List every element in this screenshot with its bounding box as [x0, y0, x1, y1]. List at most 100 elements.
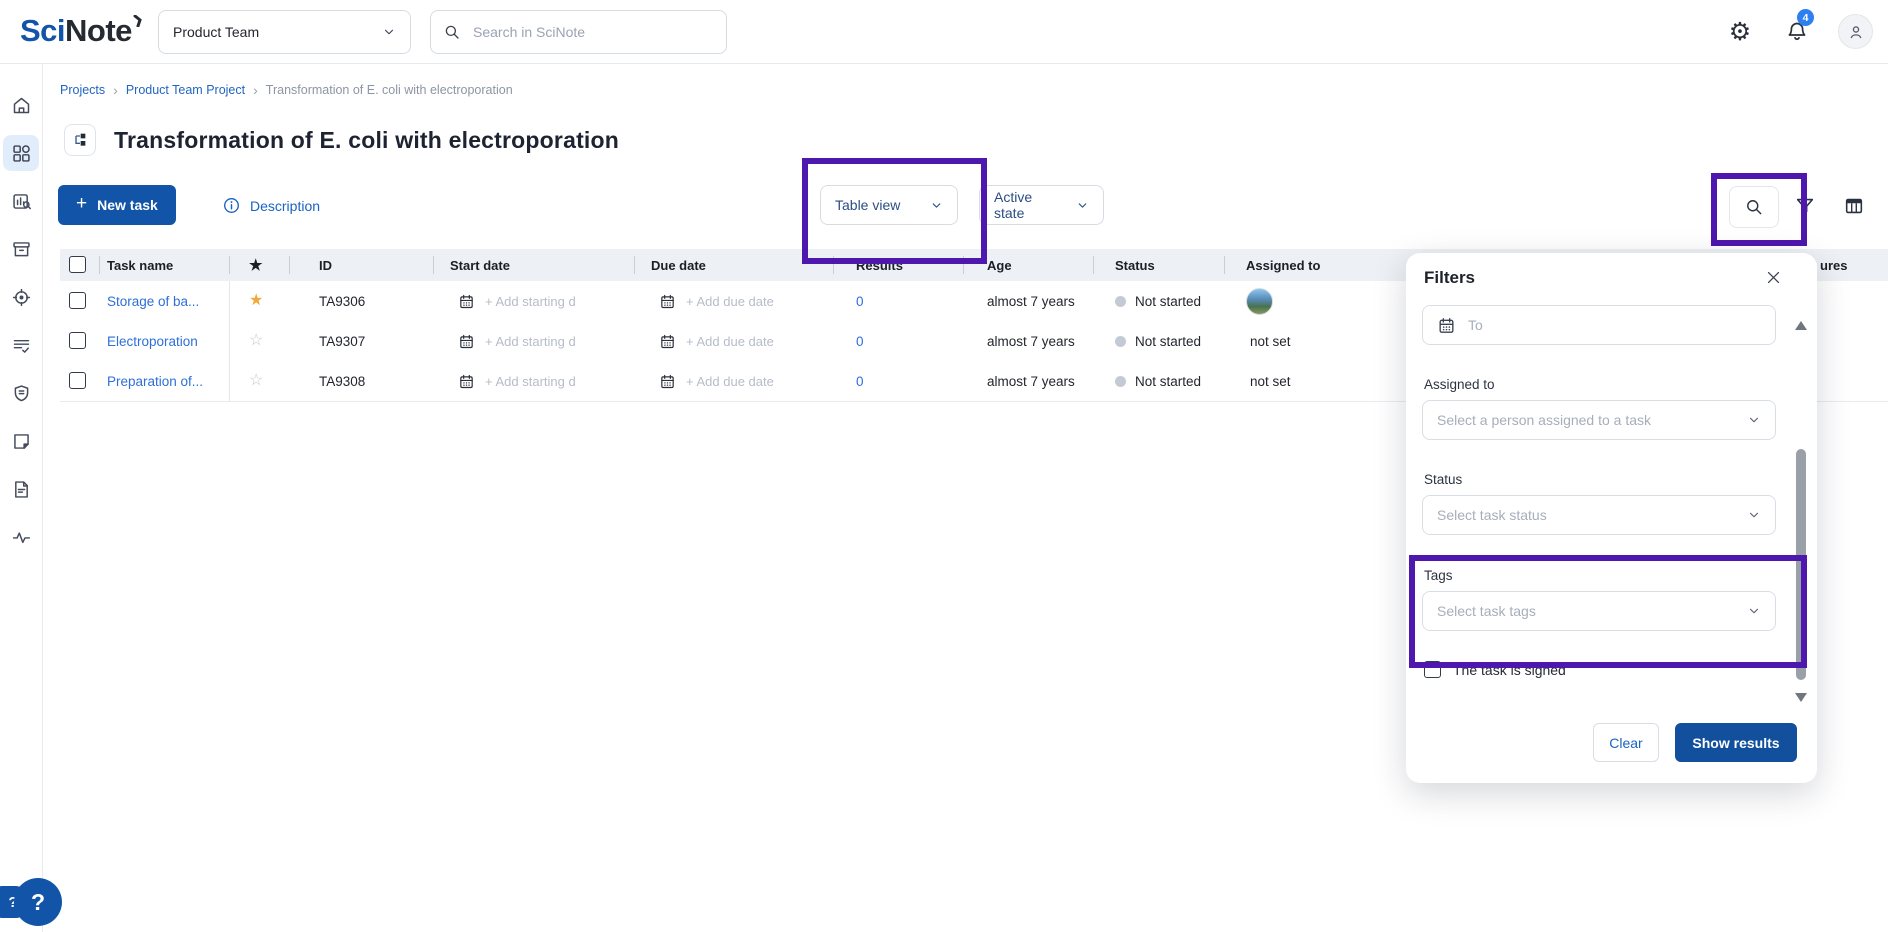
left-sidebar	[0, 63, 43, 932]
start-date-cell[interactable]: + Add starting d	[458, 321, 576, 361]
favorite-star-icon[interactable]: ☆	[249, 373, 263, 389]
task-name-link[interactable]: Storage of ba...	[107, 294, 199, 309]
task-signed-label: The task is signed	[1453, 662, 1566, 678]
show-results-button[interactable]: Show results	[1675, 723, 1797, 762]
chevron-down-icon	[930, 199, 943, 212]
help-button[interactable]: ?	[14, 878, 62, 926]
report-document-icon	[11, 479, 32, 500]
column-header-favorite[interactable]: ★	[249, 249, 262, 281]
task-name-link[interactable]: Electroporation	[107, 334, 198, 349]
column-header-age[interactable]: Age	[987, 249, 1012, 281]
column-header-partial[interactable]: ures	[1820, 249, 1847, 281]
sidebar-item-inventories[interactable]	[3, 231, 39, 267]
assignee-avatar[interactable]	[1246, 288, 1273, 315]
user-avatar-button[interactable]	[1838, 14, 1873, 49]
results-link[interactable]: 0	[856, 294, 864, 309]
manage-columns-button[interactable]	[1842, 194, 1866, 218]
results-link[interactable]: 0	[856, 334, 864, 349]
tags-placeholder: Select task tags	[1437, 603, 1536, 619]
person-icon	[1846, 22, 1866, 42]
column-header-due-date[interactable]: Due date	[651, 249, 706, 281]
breadcrumb-projects[interactable]: Projects	[60, 83, 105, 97]
inventories-archive-icon	[11, 239, 32, 260]
tags-select[interactable]: Select task tags	[1422, 591, 1776, 631]
breadcrumb-project[interactable]: Product Team Project	[126, 83, 245, 97]
row-checkbox[interactable]	[69, 292, 86, 309]
scroll-down-arrow[interactable]	[1795, 693, 1807, 702]
top-bar: SciNote Product Team ⚙ 4	[0, 0, 1888, 64]
status-dot-icon	[1115, 336, 1126, 347]
team-selector[interactable]: Product Team	[158, 10, 411, 54]
state-selector[interactable]: Active state	[979, 185, 1104, 225]
chevron-down-icon	[1747, 508, 1761, 522]
table-search-button[interactable]	[1729, 186, 1779, 228]
sidebar-item-experiments[interactable]	[3, 183, 39, 219]
sidebar-item-protocols[interactable]	[3, 279, 39, 315]
close-icon[interactable]	[1763, 267, 1783, 287]
sidebar-item-projects[interactable]	[3, 135, 39, 171]
status-select[interactable]: Select task status	[1422, 495, 1776, 535]
column-header-start-date[interactable]: Start date	[450, 249, 510, 281]
start-date-cell[interactable]: + Add starting d	[458, 281, 576, 321]
task-age: almost 7 years	[987, 281, 1075, 321]
due-date-to-field[interactable]: To	[1422, 305, 1776, 345]
due-date-cell[interactable]: + Add due date	[659, 361, 774, 401]
experiment-tree-button[interactable]	[64, 124, 96, 156]
scrollbar-thumb[interactable]	[1796, 449, 1806, 680]
settings-gear-button[interactable]: ⚙	[1726, 18, 1754, 46]
column-header-task-name[interactable]: Task name	[107, 249, 173, 281]
column-divider	[229, 281, 230, 401]
to-date-placeholder: To	[1468, 317, 1483, 333]
sidebar-item-compliance[interactable]	[3, 375, 39, 411]
assignee-not-set[interactable]: not set	[1250, 321, 1291, 361]
tree-hierarchy-icon	[72, 132, 88, 148]
column-header-status[interactable]: Status	[1115, 249, 1155, 281]
due-date-cell[interactable]: + Add due date	[659, 281, 774, 321]
row-checkbox[interactable]	[69, 332, 86, 349]
calendar-icon	[659, 293, 676, 310]
status-cell[interactable]: Not started	[1115, 321, 1201, 361]
calendar-icon	[458, 373, 475, 390]
search-input[interactable]	[471, 23, 714, 41]
due-date-placeholder: + Add due date	[686, 294, 774, 309]
shield-icon	[11, 383, 32, 404]
projects-grid-icon	[11, 143, 32, 164]
view-selector[interactable]: Table view	[820, 185, 958, 225]
sidebar-item-activities[interactable]	[3, 519, 39, 555]
new-task-button[interactable]: + New task	[58, 185, 176, 225]
tags-label: Tags	[1424, 568, 1453, 583]
select-all-checkbox[interactable]	[69, 256, 86, 273]
column-header-assigned-to[interactable]: Assigned to	[1246, 249, 1320, 281]
status-cell[interactable]: Not started	[1115, 361, 1201, 401]
notifications-button[interactable]: 4	[1783, 18, 1811, 46]
logo-text-sci: Sci	[20, 13, 65, 49]
status-cell[interactable]: Not started	[1115, 281, 1201, 321]
filters-panel: Filters To Assigned to Select a person a…	[1406, 253, 1817, 783]
sidebar-item-notes[interactable]	[3, 423, 39, 459]
due-date-cell[interactable]: + Add due date	[659, 321, 774, 361]
calendar-icon	[458, 333, 475, 350]
task-signed-checkbox[interactable]	[1424, 661, 1441, 678]
row-checkbox[interactable]	[69, 372, 86, 389]
chevron-down-icon	[382, 25, 396, 39]
description-toggle[interactable]: Description	[222, 196, 320, 215]
sidebar-item-home[interactable]	[3, 87, 39, 123]
scroll-up-arrow[interactable]	[1795, 321, 1807, 330]
scinote-logo[interactable]: SciNote	[20, 13, 144, 49]
sidebar-item-reports[interactable]	[3, 471, 39, 507]
start-date-cell[interactable]: + Add starting d	[458, 361, 576, 401]
status-label: Not started	[1135, 294, 1201, 309]
assigned-to-select[interactable]: Select a person assigned to a task	[1422, 400, 1776, 440]
column-header-id[interactable]: ID	[319, 249, 332, 281]
sidebar-item-tasks[interactable]	[3, 327, 39, 363]
assignee-not-set[interactable]: not set	[1250, 361, 1291, 401]
favorite-star-icon[interactable]: ★	[249, 293, 263, 309]
column-header-results[interactable]: Results	[856, 249, 903, 281]
sticky-note-icon	[11, 431, 32, 452]
favorite-star-icon[interactable]: ☆	[249, 333, 263, 349]
clear-button[interactable]: Clear	[1593, 723, 1659, 762]
task-age: almost 7 years	[987, 321, 1075, 361]
results-link[interactable]: 0	[856, 374, 864, 389]
filters-button[interactable]	[1793, 194, 1817, 218]
task-name-link[interactable]: Preparation of...	[107, 374, 203, 389]
